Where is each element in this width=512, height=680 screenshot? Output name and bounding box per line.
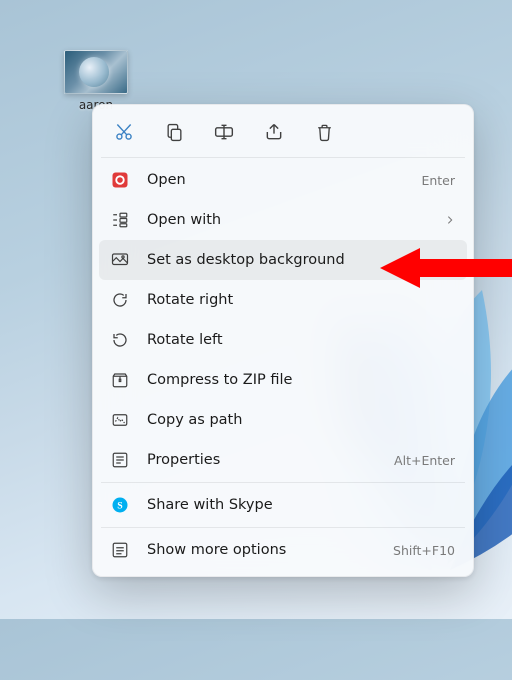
- rotate-left-icon: [109, 330, 131, 350]
- menu-item-compress-zip[interactable]: Compress to ZIP file: [99, 360, 467, 400]
- menu-label: Open: [147, 172, 421, 188]
- menu-label: Set as desktop background: [147, 252, 455, 268]
- menu-label: Show more options: [147, 542, 393, 558]
- delete-icon[interactable]: [313, 121, 335, 143]
- svg-text:S: S: [117, 500, 123, 511]
- menu-hint: Enter: [421, 173, 455, 188]
- image-thumbnail: [64, 50, 128, 94]
- copy-icon[interactable]: [163, 121, 185, 143]
- rename-icon[interactable]: [213, 121, 235, 143]
- separator: [101, 157, 465, 158]
- separator: [101, 527, 465, 528]
- properties-icon: [109, 450, 131, 470]
- quick-action-row: [99, 111, 467, 155]
- menu-item-show-more-options[interactable]: Show more options Shift+F10: [99, 530, 467, 570]
- context-menu: Open Enter Open with Set as desktop back…: [92, 104, 474, 577]
- menu-item-copy-as-path[interactable]: Copy as path: [99, 400, 467, 440]
- menu-hint: Alt+Enter: [394, 453, 455, 468]
- menu-hint: Shift+F10: [393, 543, 455, 558]
- skype-icon: S: [109, 495, 131, 515]
- menu-item-set-desktop-background[interactable]: Set as desktop background: [99, 240, 467, 280]
- zip-icon: [109, 370, 131, 390]
- menu-label: Compress to ZIP file: [147, 372, 455, 388]
- menu-label: Copy as path: [147, 412, 455, 428]
- menu-item-share-with-skype[interactable]: S Share with Skype: [99, 485, 467, 525]
- open-with-icon: [109, 210, 131, 230]
- copy-path-icon: [109, 410, 131, 430]
- menu-label: Share with Skype: [147, 497, 455, 513]
- rotate-right-icon: [109, 290, 131, 310]
- separator: [101, 482, 465, 483]
- desktop-file-icon[interactable]: aaron: [60, 50, 132, 112]
- menu-item-open-with[interactable]: Open with: [99, 200, 467, 240]
- cut-icon[interactable]: [113, 121, 135, 143]
- desktop-background-icon: [109, 250, 131, 270]
- menu-item-rotate-left[interactable]: Rotate left: [99, 320, 467, 360]
- menu-label: Rotate right: [147, 292, 455, 308]
- share-icon[interactable]: [263, 121, 285, 143]
- chevron-right-icon: [445, 215, 455, 225]
- menu-item-open[interactable]: Open Enter: [99, 160, 467, 200]
- menu-label: Open with: [147, 212, 445, 228]
- menu-item-properties[interactable]: Properties Alt+Enter: [99, 440, 467, 480]
- more-options-icon: [109, 540, 131, 560]
- menu-label: Properties: [147, 452, 394, 468]
- menu-item-rotate-right[interactable]: Rotate right: [99, 280, 467, 320]
- open-app-icon: [109, 170, 131, 190]
- menu-label: Rotate left: [147, 332, 455, 348]
